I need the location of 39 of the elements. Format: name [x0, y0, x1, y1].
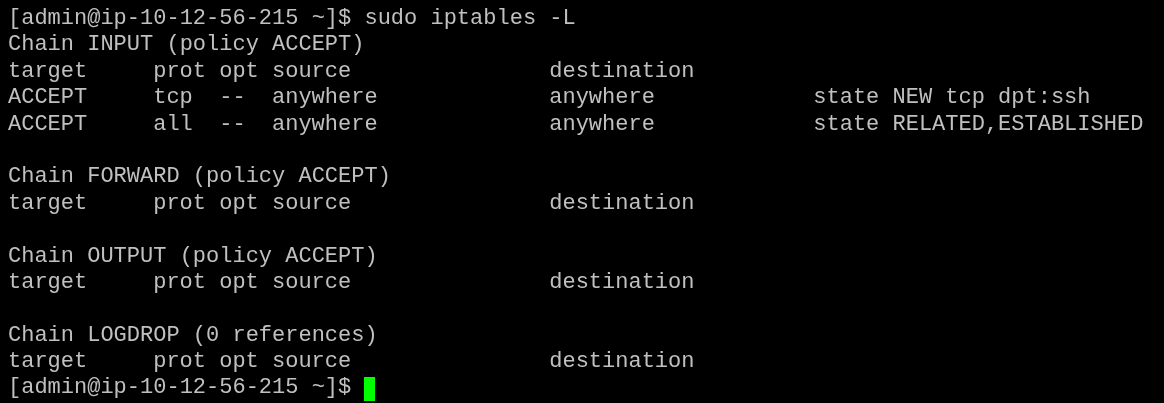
- column-header: destination: [549, 190, 695, 216]
- match-cell: state RELATED,ESTABLISHED: [813, 111, 1144, 137]
- chain-heading: Chain OUTPUT (policy ACCEPT): [8, 243, 378, 270]
- protocol-cell: all: [153, 111, 193, 137]
- column-header: opt: [219, 190, 259, 216]
- shell-prompt: [admin@ip-10-12-56-215 ~]$: [8, 6, 352, 33]
- column-header: prot: [153, 349, 207, 375]
- column-header: prot: [153, 269, 207, 295]
- source-cell: anywhere: [272, 111, 378, 137]
- source-cell: anywhere: [272, 85, 378, 111]
- option-cell: --: [219, 85, 246, 111]
- target-cell: ACCEPT: [8, 111, 88, 137]
- destination-cell: anywhere: [549, 85, 655, 111]
- column-header: prot: [153, 190, 207, 216]
- match-cell: state NEW tcp dpt:ssh: [813, 85, 1091, 111]
- column-header: target: [8, 269, 88, 295]
- option-cell: --: [219, 111, 246, 137]
- column-header: source: [272, 269, 352, 295]
- target-cell: ACCEPT: [8, 85, 88, 111]
- column-header: target: [8, 190, 88, 216]
- chain-heading: Chain INPUT (policy ACCEPT): [8, 32, 365, 59]
- column-header: target: [8, 349, 88, 375]
- column-header: source: [272, 58, 352, 84]
- column-header: target: [8, 58, 88, 84]
- chain-heading: Chain FORWARD (policy ACCEPT): [8, 164, 391, 191]
- command-text: sudo iptables -L: [364, 6, 576, 33]
- column-header: opt: [219, 58, 259, 84]
- column-header: destination: [549, 58, 695, 84]
- destination-cell: anywhere: [549, 111, 655, 137]
- protocol-cell: tcp: [153, 85, 193, 111]
- column-header: prot: [153, 58, 207, 84]
- column-header: destination: [549, 269, 695, 295]
- column-header: source: [272, 190, 352, 216]
- column-header: destination: [549, 349, 695, 375]
- column-header: opt: [219, 269, 259, 295]
- shell-prompt: [admin@ip-10-12-56-215 ~]$: [8, 375, 352, 402]
- column-header: source: [272, 349, 352, 375]
- chain-heading: Chain LOGDROP (0 references): [8, 322, 378, 350]
- column-header: opt: [219, 349, 259, 375]
